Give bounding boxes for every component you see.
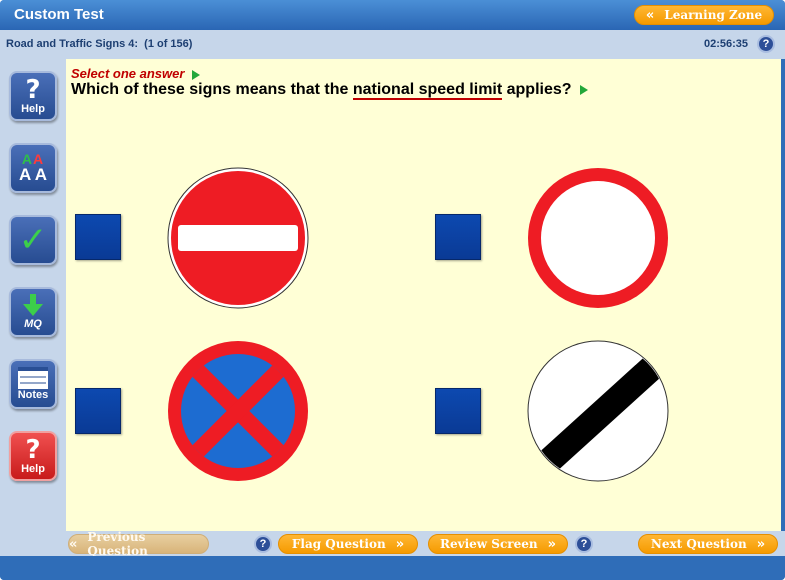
question-panel: Select one answer Which of these signs m…	[66, 59, 781, 531]
answer-checkbox-4[interactable]	[435, 388, 481, 434]
flag-question-label: Flag Question	[291, 537, 386, 551]
sidebar-notes-button[interactable]: Notes	[9, 359, 57, 409]
previous-question-label: Previous Question	[87, 530, 148, 558]
learning-zone-button[interactable]: « Learning Zone	[634, 5, 774, 25]
sidebar-item-label: Notes	[17, 389, 49, 401]
double-chevron-right-icon: »	[547, 536, 556, 552]
question-mark-icon: ?	[25, 435, 41, 465]
question-text-end: applies?	[502, 81, 572, 98]
checkmark-icon: ✓	[18, 220, 48, 260]
question-text: Which of these signs means that the nati…	[71, 81, 588, 100]
navigation-bar: « Previous Question ? Flag Question » Re…	[0, 530, 785, 558]
question-mark-icon: ?	[762, 38, 770, 50]
timer: 02:56:35	[704, 38, 749, 50]
clearway-sign[interactable]	[167, 340, 309, 482]
info-help-button[interactable]: ?	[757, 35, 775, 53]
review-screen-button[interactable]: Review Screen »	[428, 534, 568, 554]
sidebar-item-label: Help	[21, 103, 45, 115]
answer-checkbox-2[interactable]	[435, 214, 481, 260]
next-question-label: Next Question	[650, 537, 747, 551]
double-chevron-right-icon: »	[756, 536, 766, 552]
sidebar-help-button[interactable]: ? Help	[9, 71, 57, 121]
review-screen-label: Review Screen	[440, 537, 538, 551]
answer-checkbox-1[interactable]	[75, 214, 121, 260]
next-question-button[interactable]: Next Question »	[638, 534, 778, 554]
sidebar-help-red-button[interactable]: ? Help	[9, 431, 57, 481]
sidebar: ? Help AA A A ✓ MQ Notes ? Help	[0, 59, 66, 531]
double-chevron-left-icon: «	[645, 7, 655, 23]
question-text-start: Which of these signs means that the	[71, 81, 353, 98]
question-progress: Road and Traffic Signs 4: (1 of 156)	[6, 38, 192, 50]
text-size-label: A A	[18, 165, 47, 184]
sidebar-mq-button[interactable]: MQ	[9, 287, 57, 337]
double-chevron-left-icon: «	[69, 536, 78, 552]
footer-bar	[0, 556, 785, 580]
question-mark-icon: ?	[259, 538, 267, 550]
question-mark-icon: ?	[25, 75, 41, 105]
section-name: Road and Traffic Signs 4:	[6, 38, 139, 50]
window-title: Custom Test	[14, 6, 104, 23]
question-mark-icon: ?	[580, 538, 588, 550]
text-size-icon: AA	[21, 151, 45, 167]
national-speed-limit-sign[interactable]	[527, 340, 669, 482]
down-arrow-icon	[23, 294, 43, 316]
title-bar: Custom Test « Learning Zone	[0, 0, 785, 30]
progress-count: (1 of 156)	[144, 38, 193, 50]
sidebar-item-label: Help	[21, 463, 45, 475]
flag-question-button[interactable]: Flag Question »	[278, 534, 418, 554]
learning-zone-label: Learning Zone	[664, 8, 763, 22]
answer-checkbox-3[interactable]	[75, 388, 121, 434]
instruction: Select one answer	[71, 66, 201, 81]
play-audio-icon[interactable]	[579, 84, 588, 95]
play-audio-icon[interactable]	[192, 69, 201, 80]
sidebar-text-size-button[interactable]: AA A A	[9, 143, 57, 193]
review-help-button[interactable]: ?	[575, 535, 593, 553]
info-bar: Road and Traffic Signs 4: (1 of 156) 02:…	[0, 30, 785, 59]
flag-help-button[interactable]: ?	[254, 535, 272, 553]
notes-icon	[18, 367, 48, 389]
sidebar-item-label: MQ	[24, 318, 42, 330]
instruction-text: Select one answer	[71, 66, 185, 81]
no-entry-sign[interactable]	[167, 167, 309, 309]
question-highlight: national speed limit	[352, 81, 503, 100]
previous-question-button[interactable]: « Previous Question	[68, 530, 209, 558]
sidebar-check-button[interactable]: ✓	[9, 215, 57, 265]
no-vehicles-sign[interactable]	[527, 167, 669, 309]
double-chevron-right-icon: »	[395, 536, 405, 552]
